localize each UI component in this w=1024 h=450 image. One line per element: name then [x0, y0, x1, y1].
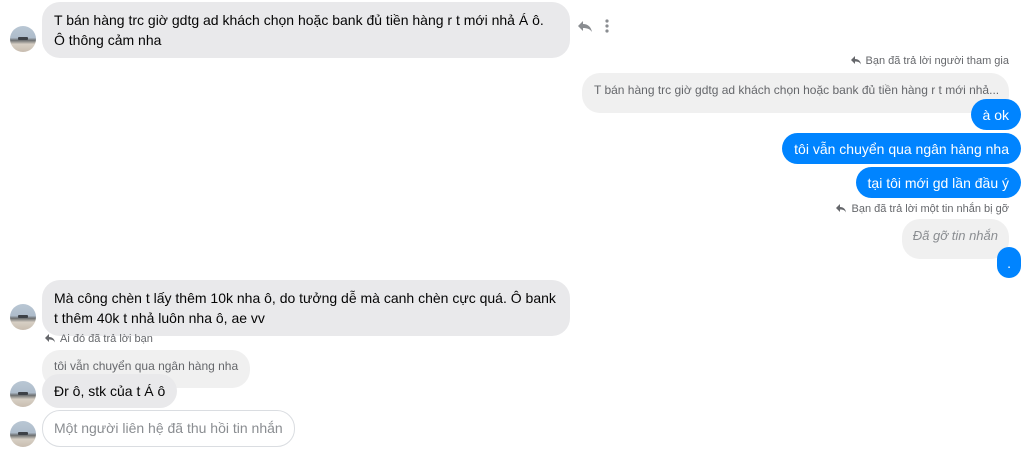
outgoing-message-2[interactable]: tôi vẫn chuyển qua ngân hàng nha	[782, 133, 1021, 164]
reply-meta-outgoing-1: Bạn đã trả lời người tham gia	[850, 54, 1009, 68]
unsent-message-incoming: Một người liên hệ đã thu hồi tin nhắn	[42, 410, 295, 447]
reply-meta-incoming-text: Ai đó đã trả lời bạn	[60, 333, 153, 345]
reply-preview-outgoing-1[interactable]: T bán hàng trc giờ gdtg ad khách chọn ho…	[582, 73, 1009, 113]
contact-avatar[interactable]	[10, 381, 36, 407]
reply-preview-outgoing-1-text: T bán hàng trc giờ gdtg ad khách chọn ho…	[594, 83, 1000, 97]
outgoing-message-3[interactable]: tại tôi mới gd lần đầu ý	[855, 167, 1021, 198]
outgoing-message-1-text: à ok	[982, 107, 1009, 123]
reply-meta-outgoing-1-text: Bạn đã trả lời người tham gia	[865, 55, 1009, 67]
reply-icon[interactable]	[576, 17, 594, 35]
contact-avatar[interactable]	[10, 421, 36, 447]
incoming-message-1[interactable]: T bán hàng trc giờ gdtg ad khách chọn ho…	[42, 2, 570, 58]
unsent-message-incoming-text: Một người liên hệ đã thu hồi tin nhắn	[54, 420, 283, 436]
reply-preview-incoming-text: tôi vẫn chuyển qua ngân hàng nha	[54, 359, 239, 373]
reply-arrow-icon	[836, 204, 847, 213]
unsent-message-outgoing: Đã gỡ tin nhắn	[901, 219, 1009, 259]
contact-avatar[interactable]	[10, 304, 36, 330]
outgoing-message-4-text: .	[1007, 255, 1011, 271]
incoming-message-2[interactable]: Mà công chèn t lấy thêm 10k nha ô, do tư…	[42, 280, 570, 336]
reply-meta-outgoing-2-text: Bạn đã trả lời một tin nhắn bị gỡ	[851, 203, 1009, 215]
reply-arrow-icon	[850, 56, 861, 65]
more-options-icon[interactable]	[598, 17, 616, 35]
outgoing-message-4[interactable]: .	[997, 247, 1021, 278]
outgoing-message-1[interactable]: à ok	[970, 99, 1021, 130]
outgoing-message-2-text: tôi vẫn chuyển qua ngân hàng nha	[794, 141, 1009, 157]
outgoing-message-3-text: tại tôi mới gd lần đầu ý	[867, 175, 1009, 191]
contact-avatar[interactable]	[10, 26, 36, 52]
incoming-message-2-text: Mà công chèn t lấy thêm 10k nha ô, do tư…	[54, 290, 556, 326]
unsent-message-outgoing-text: Đã gỡ tin nhắn	[912, 228, 998, 243]
reply-meta-incoming: Ai đó đã trả lời bạn	[44, 332, 153, 346]
incoming-message-3[interactable]: Đr ô, stk của t Á ô	[42, 374, 178, 408]
reply-meta-outgoing-2: Bạn đã trả lời một tin nhắn bị gỡ	[835, 202, 1009, 216]
reply-arrow-icon	[45, 334, 55, 343]
incoming-message-3-text: Đr ô, stk của t Á ô	[54, 383, 166, 399]
incoming-message-1-text: T bán hàng trc giờ gdtg ad khách chọn ho…	[54, 12, 544, 48]
